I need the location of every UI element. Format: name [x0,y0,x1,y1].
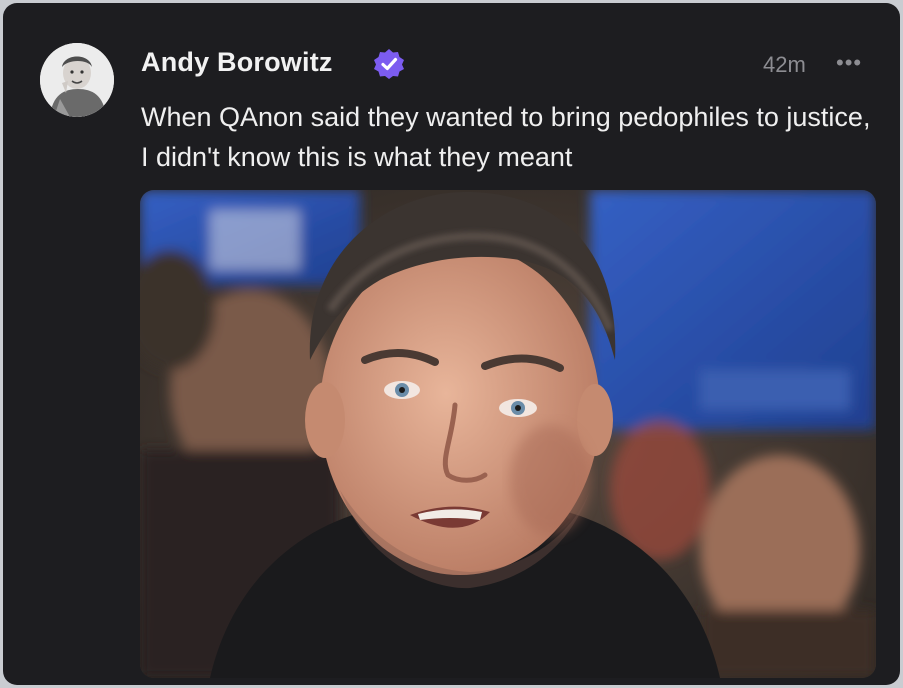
verified-check-icon [374,49,404,79]
author-avatar[interactable] [40,43,114,117]
post-photo[interactable] [140,190,876,678]
author-name[interactable]: Andy Borowitz [141,47,333,78]
more-dots-icon[interactable]: ••• [836,52,862,74]
post-text: When QAnon said they wanted to bring ped… [141,102,871,172]
post-photo-icon [140,190,876,678]
avatar-photo-icon [40,43,114,117]
post-timestamp: 42m [763,52,806,77]
post-card[interactable]: Andy Borowitz 42m ••• When QAnon said th… [3,3,900,685]
